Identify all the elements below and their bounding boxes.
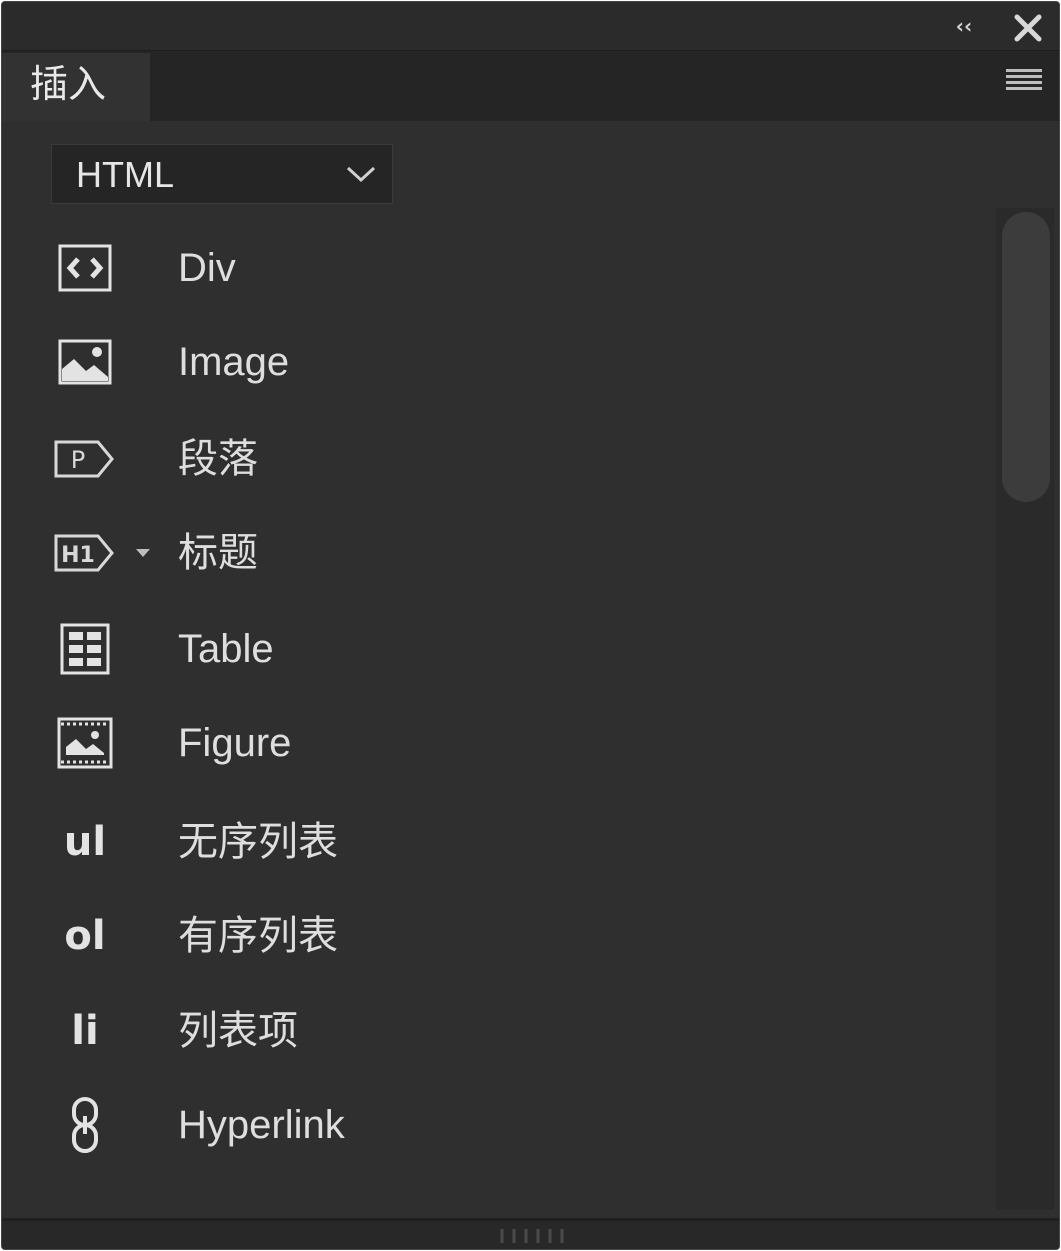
resize-grip-icon[interactable]: [496, 1227, 568, 1245]
insert-item-label: Figure: [178, 721, 292, 765]
panel-bottom-bar: [2, 1218, 1059, 1249]
scrollbar-thumb[interactable]: [1002, 212, 1050, 502]
dropdown-triangle-icon[interactable]: [134, 547, 152, 559]
insert-item-hyperlink[interactable]: Hyperlink: [2, 1081, 992, 1169]
insert-item-label: 列表项: [178, 1009, 298, 1053]
insert-item-label: 无序列表: [178, 820, 338, 864]
insert-item-unordered-list[interactable]: ul 无序列表: [2, 798, 992, 886]
chevron-down-icon: [346, 166, 376, 183]
paragraph-tag-icon: P: [50, 415, 120, 503]
insert-item-ordered-list[interactable]: ol 有序列表: [2, 892, 992, 980]
category-dropdown[interactable]: HTML: [51, 144, 393, 204]
svg-text:P: P: [71, 446, 85, 474]
insert-item-heading[interactable]: H1 标题: [2, 509, 992, 597]
tab-insert[interactable]: 插入: [2, 53, 150, 121]
category-dropdown-value: HTML: [76, 154, 174, 195]
insert-item-div[interactable]: Div: [2, 224, 992, 312]
insert-item-image[interactable]: Image: [2, 318, 992, 406]
insert-item-paragraph[interactable]: P 段落: [2, 415, 992, 503]
vertical-scrollbar[interactable]: [996, 208, 1054, 1210]
close-icon[interactable]: [1008, 8, 1048, 48]
hamburger-menu-icon[interactable]: [1006, 69, 1042, 99]
hyperlink-icon: [50, 1081, 120, 1169]
insert-item-label: 有序列表: [178, 914, 338, 958]
insert-panel: ‹‹ 插入 HTML Div Image P 段落 H1 标题 Table Fi…: [1, 1, 1060, 1250]
heading-tag-icon: H1: [50, 509, 120, 597]
svg-text:H1: H1: [61, 543, 95, 568]
panel-titlebar: ‹‹: [2, 2, 1059, 50]
insert-item-label: Div: [178, 246, 236, 290]
insert-item-label: 段落: [178, 437, 258, 481]
insert-item-label: 标题: [178, 531, 258, 575]
insert-item-list-item[interactable]: li 列表项: [2, 987, 992, 1075]
tab-strip: 插入: [2, 50, 1059, 121]
image-icon: [50, 318, 120, 406]
insert-item-label: Table: [178, 627, 274, 671]
insert-item-label: Hyperlink: [178, 1103, 345, 1147]
table-icon: [50, 605, 120, 693]
insert-item-label: Image: [178, 340, 290, 384]
unordered-list-icon: ul: [63, 819, 107, 865]
double-chevron-left-icon[interactable]: ‹‹: [944, 12, 984, 40]
insert-item-table[interactable]: Table: [2, 605, 992, 693]
div-code-icon: [50, 224, 120, 312]
insert-item-figure[interactable]: Figure: [2, 699, 992, 787]
list-item-icon: li: [71, 1008, 99, 1054]
ordered-list-icon: ol: [64, 913, 106, 959]
figure-icon: [50, 699, 120, 787]
